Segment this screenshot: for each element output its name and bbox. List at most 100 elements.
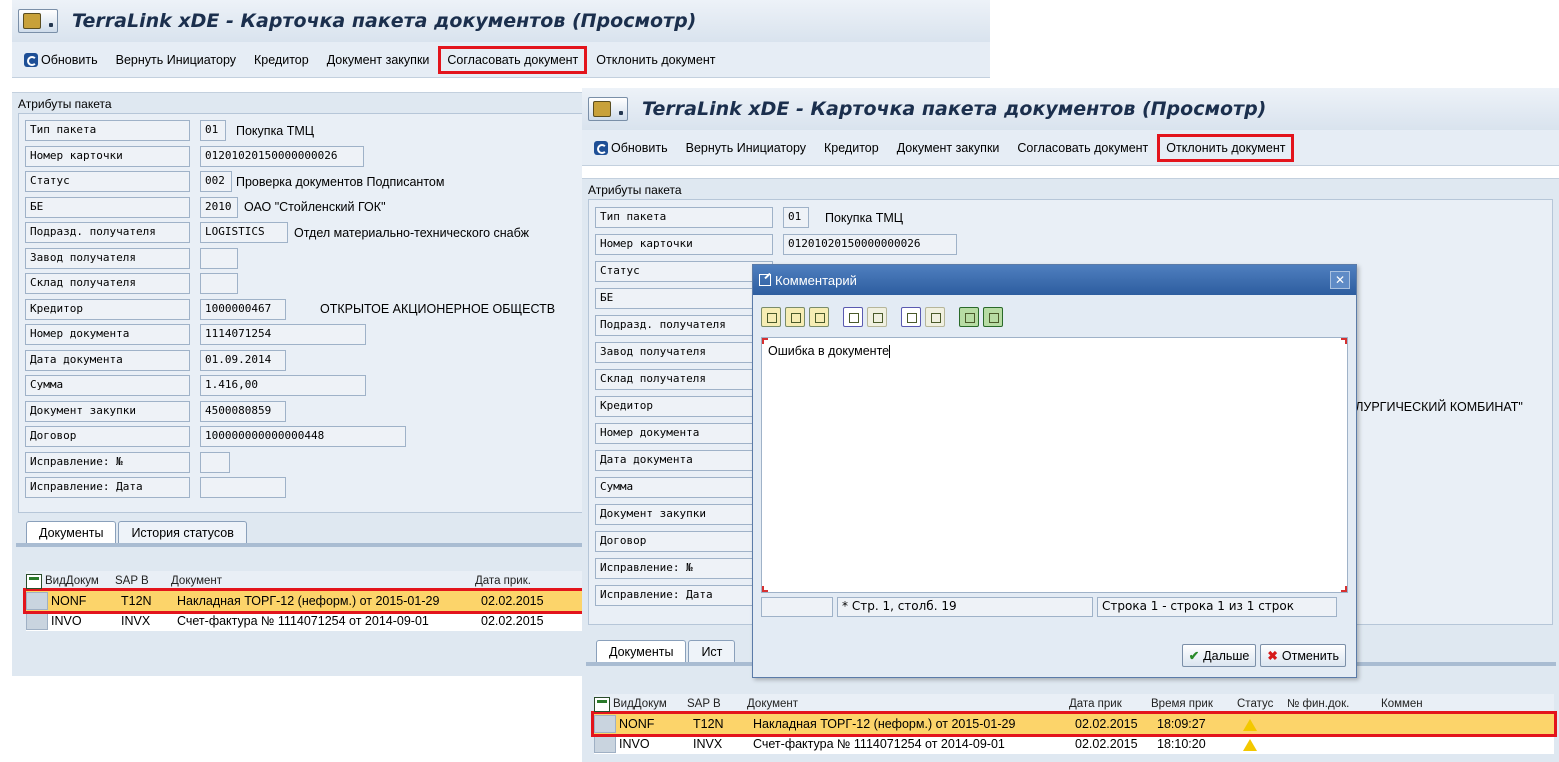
desc-status: Проверка документов Подписантом: [236, 174, 445, 189]
cell-doctype: NONF: [619, 717, 655, 731]
col-sap[interactable]: SAP В: [112, 574, 168, 588]
creditor-button[interactable]: Кредитор: [818, 137, 885, 159]
cell-date: 02.02.2015: [481, 594, 544, 608]
value-correction-date[interactable]: [200, 477, 286, 499]
label-status: Статус: [595, 261, 773, 282]
label-doc-no: Номер документа: [25, 324, 190, 346]
value-dept-code[interactable]: LOGISTICS: [200, 222, 288, 244]
col-doctype[interactable]: ВидДокум: [610, 697, 684, 711]
value-type-code[interactable]: 01: [200, 120, 226, 142]
tab-documents[interactable]: Документы: [26, 521, 117, 544]
label-plant: Завод получателя: [595, 342, 773, 363]
tab-bar: Документы История статусов: [26, 521, 249, 544]
export-icon[interactable]: [983, 307, 1003, 327]
grid-layout-icon[interactable]: [26, 573, 42, 589]
comment-editor[interactable]: Ошибка в документе: [761, 337, 1348, 593]
value-correction-no[interactable]: [200, 451, 230, 473]
label-be: БЕ: [25, 196, 190, 218]
comment-text: Ошибка в документе: [768, 344, 890, 358]
editor-toolbar: [753, 295, 1356, 331]
value-be-code[interactable]: 2010: [200, 196, 238, 218]
cell-fin-doc: [1290, 743, 1384, 745]
row-selector[interactable]: [26, 592, 48, 610]
undo-icon[interactable]: [843, 307, 863, 327]
value-doc-no[interactable]: 1114071254: [200, 324, 366, 346]
find-next-icon[interactable]: [925, 307, 945, 327]
label-contract: Договор: [595, 531, 773, 552]
system-menu-button[interactable]: [588, 97, 628, 121]
editor-corner: [1341, 586, 1347, 592]
cancel-label: Отменить: [1281, 648, 1339, 663]
col-status[interactable]: Статус: [1234, 697, 1284, 711]
col-comment[interactable]: Коммен: [1378, 697, 1442, 711]
col-doc[interactable]: Документ: [744, 697, 1066, 711]
paste-icon[interactable]: [809, 307, 829, 327]
purchase-doc-button[interactable]: Документ закупки: [321, 49, 436, 71]
cell-time: 18:09:27: [1157, 717, 1206, 731]
editor-statusbar: * Стр. 1, столб. 19 Строка 1 - строка 1 …: [761, 597, 1348, 617]
label-amount: Сумма: [595, 477, 773, 498]
col-fin-doc[interactable]: № фин.док.: [1284, 697, 1378, 711]
value-type-code[interactable]: 01: [783, 207, 809, 228]
return-initiator-button[interactable]: Вернуть Инициатору: [680, 137, 812, 159]
cell-doc: Накладная ТОРГ-12 (неформ.) от 2015-01-2…: [177, 594, 440, 608]
close-button[interactable]: ✕: [1330, 271, 1350, 289]
label-contract: Договор: [25, 426, 190, 448]
find-icon[interactable]: [901, 307, 921, 327]
value-amount[interactable]: 1.416,00: [200, 375, 366, 397]
label-correction-date: Исправление: Дата: [25, 477, 190, 499]
grid-layout-icon[interactable]: [594, 696, 610, 712]
system-menu-button[interactable]: [18, 9, 58, 33]
value-contract[interactable]: 100000000000000448: [200, 426, 406, 448]
label-dept: Подразд. получателя: [25, 222, 190, 244]
value-card[interactable]: 01201020150000000026: [783, 234, 957, 255]
col-date[interactable]: Дата прик: [1066, 697, 1148, 711]
tab-documents[interactable]: Документы: [596, 640, 687, 663]
approve-document-button[interactable]: Согласовать документ: [1011, 137, 1154, 159]
import-icon[interactable]: [959, 307, 979, 327]
row-selector[interactable]: [594, 715, 616, 733]
cut-icon[interactable]: [761, 307, 781, 327]
field-row-type: Тип пакета 01 Покупка ТМЦ: [589, 204, 1552, 231]
value-warehouse[interactable]: [200, 273, 238, 295]
cancel-button[interactable]: ✖ Отменить: [1260, 644, 1346, 667]
row-selector[interactable]: [594, 735, 616, 753]
value-purchase-doc[interactable]: 4500080859: [200, 400, 286, 422]
edit-icon: [759, 274, 771, 286]
creditor-button[interactable]: Кредитор: [248, 49, 315, 71]
refresh-label: Обновить: [611, 140, 668, 155]
refresh-button[interactable]: Обновить: [18, 49, 104, 71]
tab-history[interactable]: История статусов: [118, 521, 247, 544]
value-status-code[interactable]: 002: [200, 171, 232, 193]
col-sap[interactable]: SAP В: [684, 697, 744, 711]
status-cell-position: * Стр. 1, столб. 19: [837, 597, 1093, 617]
col-doctype[interactable]: ВидДокум: [42, 574, 112, 588]
app-toolbar: Обновить Вернуть Инициатору Кредитор Док…: [12, 42, 990, 78]
reject-document-button[interactable]: Отклонить документ: [590, 49, 721, 71]
value-doc-date[interactable]: 01.09.2014: [200, 349, 286, 371]
approve-document-button[interactable]: Согласовать документ: [438, 45, 588, 74]
col-date[interactable]: Дата прик.: [472, 574, 552, 588]
copy-icon[interactable]: [785, 307, 805, 327]
value-plant[interactable]: [200, 247, 238, 269]
value-card[interactable]: 01201020150000000026: [200, 145, 364, 167]
redo-icon[interactable]: [867, 307, 887, 327]
row-selector[interactable]: [26, 612, 48, 630]
desc-type: Покупка ТМЦ: [236, 123, 315, 138]
tab-history[interactable]: Ист: [688, 640, 736, 663]
cell-date: 02.02.2015: [1075, 717, 1138, 731]
table-row[interactable]: INVO INVX Счет-фактура № 1114071254 от 2…: [594, 734, 1554, 754]
label-purchase-doc: Документ закупки: [595, 504, 773, 525]
table-row[interactable]: NONF T12N Накладная ТОРГ-12 (неформ.) от…: [591, 711, 1557, 737]
status-cell-lines: Строка 1 - строка 1 из 1 строк: [1097, 597, 1337, 617]
col-doc[interactable]: Документ: [168, 574, 472, 588]
continue-button[interactable]: ✔ Дальше: [1181, 644, 1257, 667]
refresh-button[interactable]: Обновить: [588, 137, 674, 159]
purchase-doc-button[interactable]: Документ закупки: [891, 137, 1006, 159]
value-creditor-code[interactable]: 1000000467: [200, 298, 286, 320]
reject-document-button[interactable]: Отклонить документ: [1157, 133, 1295, 162]
app-icon: [593, 101, 611, 117]
col-time[interactable]: Время прик: [1148, 697, 1234, 711]
label-card: Номер карточки: [595, 234, 773, 255]
return-initiator-button[interactable]: Вернуть Инициатору: [110, 49, 242, 71]
